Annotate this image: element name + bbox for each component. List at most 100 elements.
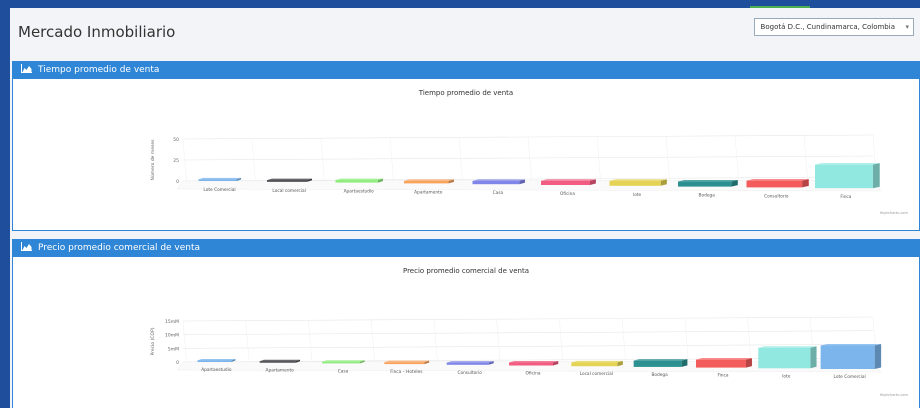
bar-top bbox=[404, 179, 454, 181]
bar-top bbox=[820, 343, 882, 346]
chart-tiempo: Tiempo promedio de venta 0 25 50 Número de m… bbox=[149, 89, 909, 215]
y-tick-label: 15mM bbox=[165, 319, 179, 325]
grid-line-vertical bbox=[389, 137, 395, 187]
chevron-down-icon: ▾ bbox=[905, 23, 909, 31]
x-tick-label: Local comercial bbox=[580, 371, 613, 377]
bar bbox=[446, 362, 489, 365]
x-tick-label: Local comercial bbox=[272, 188, 305, 194]
chart-precio: Precio promedio comercial de venta 0 5mM 10… bbox=[150, 267, 908, 397]
chart-title: Tiempo promedio de venta bbox=[418, 89, 513, 97]
location-select-value: Bogotá D.C., Cundinamarca, Colombia bbox=[760, 23, 895, 31]
bar-top bbox=[384, 360, 430, 363]
bar-top bbox=[322, 360, 365, 362]
grid-line-vertical bbox=[308, 320, 313, 368]
bar-side bbox=[874, 343, 882, 369]
x-tick-label: Oficina bbox=[560, 191, 575, 197]
bar bbox=[472, 180, 520, 185]
x-tick-label: Consultorio bbox=[457, 370, 482, 376]
bar-side bbox=[810, 346, 817, 369]
bar bbox=[758, 347, 811, 369]
grid-line bbox=[182, 316, 874, 322]
grid-line-vertical bbox=[251, 138, 257, 187]
location-select[interactable]: Bogotá D.C., Cundinamarca, Colombia ▾ bbox=[753, 18, 914, 36]
bar bbox=[609, 180, 661, 186]
grid-line-vertical bbox=[665, 136, 671, 187]
x-tick-label: Oficina bbox=[525, 371, 540, 377]
y-tick-label: 50 bbox=[173, 137, 179, 143]
x-tick-label: Finca – Hoteles bbox=[390, 369, 423, 375]
bar-side bbox=[745, 358, 752, 368]
bar-top bbox=[259, 359, 301, 362]
bar bbox=[197, 360, 232, 362]
bar-top bbox=[197, 359, 236, 361]
bar bbox=[633, 360, 682, 367]
top-bar bbox=[0, 0, 920, 8]
x-tick-label: Lote Comercial bbox=[834, 374, 866, 380]
panel-header-label: Tiempo promedio de venta bbox=[38, 65, 160, 75]
x-tick-label: Apartaestudio bbox=[201, 367, 232, 373]
panel-tiempo: Tiempo promedio de venta Tiempo promedio… bbox=[12, 61, 920, 231]
x-tick-label: Apartaestudio bbox=[344, 189, 375, 195]
y-tick-label: 0 bbox=[176, 360, 179, 366]
grid-line-vertical bbox=[621, 318, 627, 368]
panel-header: Precio promedio comercial de venta bbox=[13, 240, 919, 257]
bar bbox=[820, 345, 875, 369]
panel-precio: Precio promedio comercial de venta Preci… bbox=[12, 239, 920, 408]
bar bbox=[335, 180, 378, 183]
bar bbox=[746, 180, 803, 188]
bar bbox=[198, 179, 237, 181]
bar bbox=[695, 359, 746, 368]
area-chart-icon bbox=[21, 242, 32, 251]
bar-top bbox=[509, 360, 559, 363]
bar-top bbox=[815, 163, 880, 165]
grid-line bbox=[182, 330, 874, 335]
x-tick-label: Bodega bbox=[651, 372, 668, 378]
x-tick-label: Bodega bbox=[699, 193, 716, 199]
panel-header: Tiempo promedio de venta bbox=[13, 62, 919, 79]
bar-top bbox=[267, 178, 313, 181]
x-tick-label: lote bbox=[782, 373, 791, 379]
bar-top bbox=[541, 179, 596, 181]
y-axis-label: Precio (COP) bbox=[150, 327, 156, 355]
grid-line-vertical bbox=[803, 135, 809, 186]
bar bbox=[678, 181, 732, 187]
bar-top bbox=[678, 180, 738, 182]
y-tick-label: 25 bbox=[173, 158, 179, 164]
grid-line-vertical bbox=[734, 135, 740, 187]
grid-line-vertical bbox=[182, 320, 188, 369]
grid-line-vertical bbox=[370, 319, 376, 368]
grid-line-vertical bbox=[320, 138, 326, 187]
y-axis-label: Número de meses bbox=[149, 139, 156, 181]
bar bbox=[384, 362, 425, 365]
bar-top bbox=[472, 179, 525, 181]
x-tick-label: Finca bbox=[717, 373, 728, 379]
chart-credit: Highcharts.com bbox=[880, 211, 909, 215]
bar-side bbox=[872, 163, 880, 189]
chart-title: Precio promedio comercial de venta bbox=[403, 267, 529, 275]
bar-top bbox=[633, 359, 688, 361]
bar bbox=[541, 180, 590, 185]
bar bbox=[509, 362, 553, 366]
y-tick-label: 0 bbox=[176, 179, 179, 185]
bar bbox=[322, 361, 361, 364]
bar bbox=[815, 164, 873, 189]
page: Mercado Inmobiliario Bogotá D.C., Cundin… bbox=[10, 8, 920, 408]
panel-header-label: Precio promedio comercial de venta bbox=[38, 243, 201, 253]
y-tick-label: 10mM bbox=[165, 333, 179, 339]
bar-top bbox=[695, 358, 752, 360]
x-tick-label: Casa bbox=[493, 190, 504, 196]
bar-top bbox=[446, 361, 494, 363]
x-tick-label: Lote Comercial bbox=[203, 187, 235, 193]
grid-line-vertical bbox=[245, 320, 250, 368]
area-chart-icon bbox=[21, 64, 32, 73]
page-title: Mercado Inmobiliario bbox=[18, 23, 176, 41]
grid-line-vertical bbox=[182, 138, 188, 188]
x-tick-label: lote bbox=[633, 192, 642, 198]
x-tick-label: Casa bbox=[338, 368, 349, 374]
x-tick-label: Finca bbox=[840, 194, 851, 200]
bar bbox=[259, 361, 296, 363]
x-tick-label: Apartamento bbox=[266, 368, 295, 374]
bar bbox=[404, 180, 449, 184]
bar-top bbox=[198, 177, 242, 180]
bar-top bbox=[335, 178, 383, 181]
